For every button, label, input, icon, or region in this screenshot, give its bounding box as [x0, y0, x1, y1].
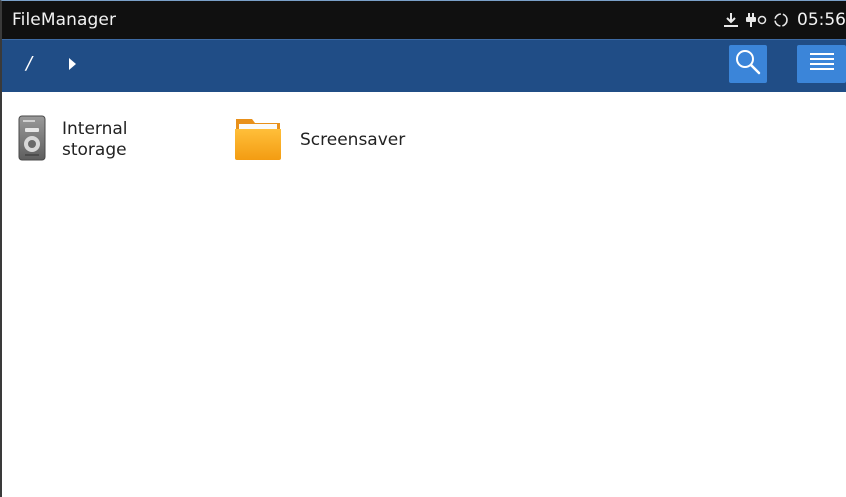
folder-icon — [234, 115, 282, 165]
usb-debug-icon — [745, 12, 767, 28]
file-label: Screensaver — [300, 129, 406, 150]
file-manager-screen: FileManager 05:56 / Internal storage Scr… — [0, 0, 846, 497]
breadcrumb-root[interactable]: / — [26, 53, 32, 74]
breadcrumb-arrow-icon — [68, 56, 78, 75]
file-label: Internal storage — [62, 119, 128, 160]
sync-icon — [773, 12, 789, 28]
menu-icon — [809, 51, 835, 77]
download-icon — [723, 12, 739, 28]
status-bar: FileManager 05:56 — [2, 1, 846, 39]
search-button[interactable] — [729, 45, 767, 83]
file-list: Internal storage Screensaver — [2, 92, 846, 497]
toolbar: / — [2, 39, 846, 92]
storage-drive-icon — [18, 114, 46, 166]
search-icon — [733, 47, 763, 81]
file-item-screensaver[interactable]: Screensaver — [234, 114, 405, 166]
status-icons: 05:56 — [723, 9, 846, 31]
file-item-internal-storage[interactable]: Internal storage — [18, 114, 172, 166]
clock: 05:56 — [797, 10, 846, 30]
menu-button[interactable] — [797, 45, 846, 83]
app-title: FileManager — [12, 10, 117, 30]
